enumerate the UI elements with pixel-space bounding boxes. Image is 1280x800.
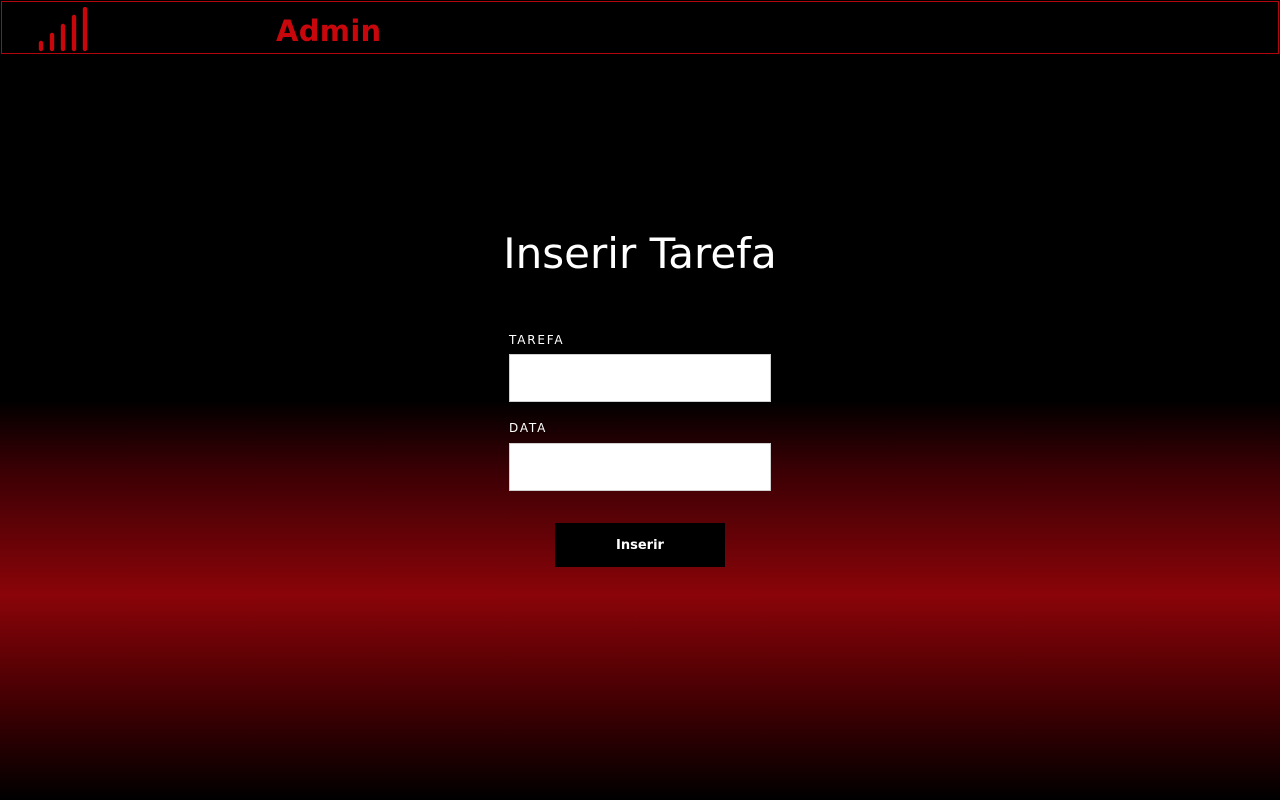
inserir-button[interactable]: Inserir (555, 523, 725, 567)
signal-bars-icon[interactable] (37, 7, 91, 53)
data-input[interactable] (509, 443, 771, 491)
signal-bars-group (38, 7, 88, 52)
brand-title[interactable]: Admin (276, 12, 382, 50)
data-label: DATA (509, 421, 548, 435)
page-title: Inserir Tarefa (503, 229, 777, 278)
top-navbar: Admin (1, 1, 1279, 54)
tarefa-input[interactable] (509, 354, 771, 402)
tarefa-label: TAREFA (509, 333, 565, 347)
